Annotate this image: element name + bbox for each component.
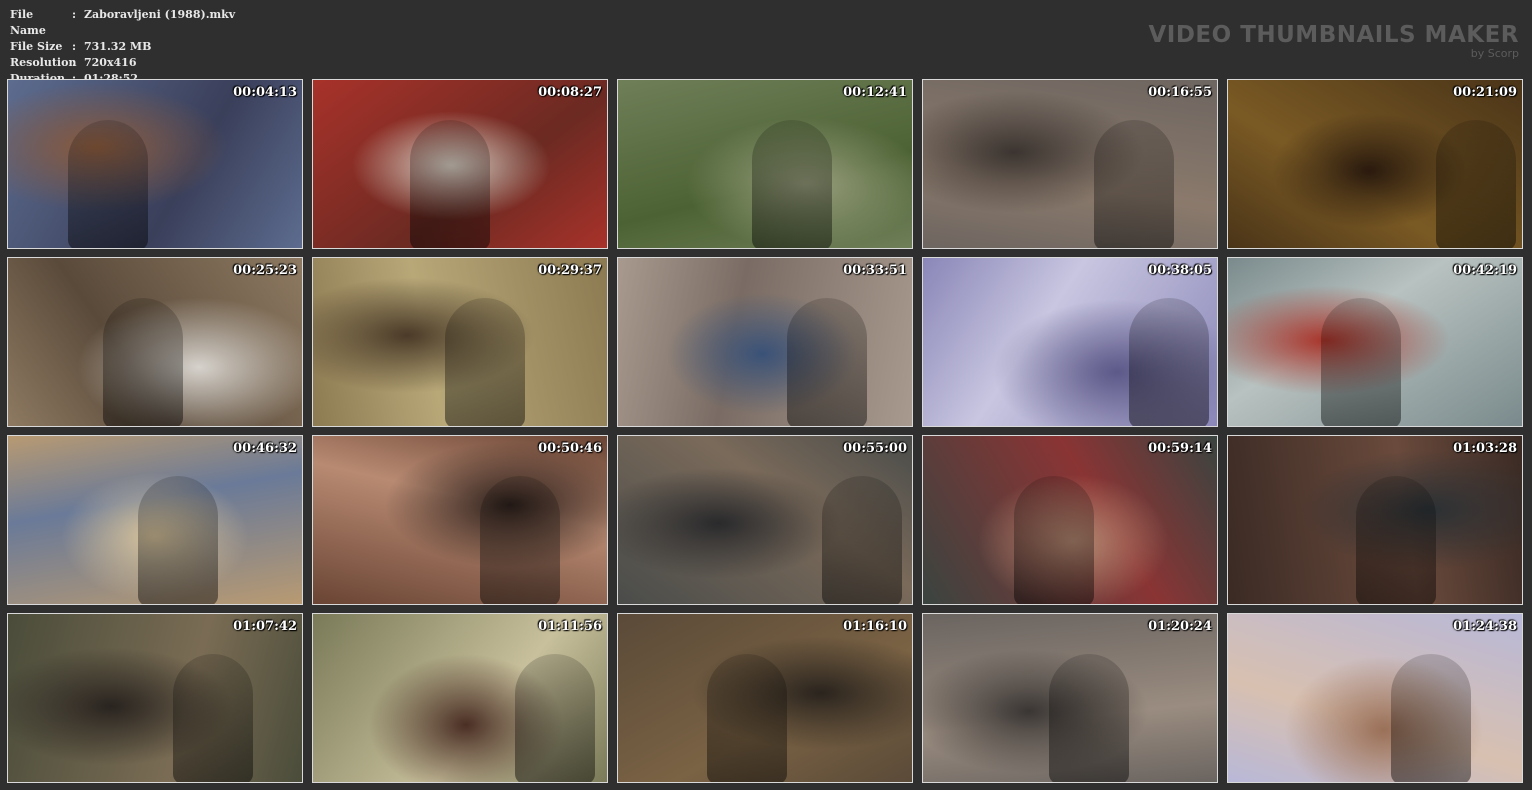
thumbnail-timestamp: 00:33:51 xyxy=(843,263,907,278)
video-thumbnail[interactable]: 01:11:56 xyxy=(312,613,608,783)
thumbnail-timestamp: 00:21:09 xyxy=(1453,85,1517,100)
figure-silhouette xyxy=(707,654,787,782)
figure-silhouette xyxy=(138,476,218,604)
info-value: 720x416 xyxy=(84,56,137,69)
figure-silhouette xyxy=(515,654,595,782)
video-thumbnail[interactable]: 00:55:00 xyxy=(617,435,913,605)
thumbnail-timestamp: 00:12:41 xyxy=(843,85,907,100)
file-info-panel: File Name: Zaboravljeni (1988).mkv File Si… xyxy=(10,7,235,87)
figure-silhouette xyxy=(410,120,490,248)
video-thumbnail[interactable]: 00:04:13 xyxy=(7,79,303,249)
info-value: Zaboravljeni (1988).mkv xyxy=(84,8,236,21)
video-thumbnail[interactable]: 01:07:42 xyxy=(7,613,303,783)
brand-subtitle: by Scorp xyxy=(1470,47,1519,60)
figure-silhouette xyxy=(1356,476,1436,604)
thumbnail-frame xyxy=(618,258,912,426)
thumbnail-timestamp: 00:25:23 xyxy=(233,263,297,278)
thumbnail-timestamp: 00:59:14 xyxy=(1148,441,1212,456)
video-thumbnail[interactable]: 01:24:38 xyxy=(1227,613,1523,783)
info-value: 731.32 MB xyxy=(84,40,152,53)
figure-silhouette xyxy=(68,120,148,248)
thumbnail-frame xyxy=(8,614,302,782)
video-thumbnail[interactable]: 00:59:14 xyxy=(922,435,1218,605)
figure-silhouette xyxy=(1129,298,1209,426)
info-row: Resolution:720x416 xyxy=(10,55,235,71)
video-thumbnail[interactable]: 01:16:10 xyxy=(617,613,913,783)
thumbnail-timestamp: 01:16:10 xyxy=(843,619,907,634)
figure-silhouette xyxy=(1014,476,1094,604)
thumbnail-timestamp: 00:46:32 xyxy=(233,441,297,456)
info-label: File Size xyxy=(10,40,63,53)
thumbnail-timestamp: 00:08:27 xyxy=(538,85,602,100)
thumbnail-timestamp: 01:07:42 xyxy=(233,619,297,634)
thumbnail-timestamp: 01:03:28 xyxy=(1453,441,1517,456)
info-label: Resolution xyxy=(10,56,77,69)
figure-silhouette xyxy=(1391,654,1471,782)
video-thumbnail[interactable]: 00:08:27 xyxy=(312,79,608,249)
video-thumbnail[interactable]: 01:03:28 xyxy=(1227,435,1523,605)
info-separator: : xyxy=(72,8,77,21)
video-thumbnail[interactable]: 00:42:19 xyxy=(1227,257,1523,427)
figure-silhouette xyxy=(752,120,832,248)
thumbnail-timestamp: 01:24:38 xyxy=(1453,619,1517,634)
figure-silhouette xyxy=(480,476,560,604)
figure-silhouette xyxy=(822,476,902,604)
info-separator: : xyxy=(72,40,77,53)
brand-watermark: VIDEO THUMBNAILS MAKER by Scorp xyxy=(1148,22,1519,60)
video-thumbnail[interactable]: 00:46:32 xyxy=(7,435,303,605)
figure-silhouette xyxy=(103,298,183,426)
thumbnail-timestamp: 00:38:05 xyxy=(1148,263,1212,278)
figure-silhouette xyxy=(1094,120,1174,248)
thumbnail-timestamp: 00:42:19 xyxy=(1453,263,1517,278)
figure-silhouette xyxy=(1049,654,1129,782)
info-label: File Name xyxy=(10,8,46,37)
thumbnail-frame xyxy=(313,436,607,604)
thumbnail-timestamp: 00:29:37 xyxy=(538,263,602,278)
video-thumbnail[interactable]: 00:16:55 xyxy=(922,79,1218,249)
figure-silhouette xyxy=(173,654,253,782)
thumbnail-frame xyxy=(8,80,302,248)
thumbnail-timestamp: 01:20:24 xyxy=(1148,619,1212,634)
figure-silhouette xyxy=(787,298,867,426)
video-thumbnail[interactable]: 00:25:23 xyxy=(7,257,303,427)
info-row: File Name: Zaboravljeni (1988).mkv xyxy=(10,7,235,39)
thumbnail-timestamp: 00:50:46 xyxy=(538,441,602,456)
figure-silhouette xyxy=(1436,120,1516,248)
thumbnail-timestamp: 01:11:56 xyxy=(538,619,602,634)
thumbnail-timestamp: 00:16:55 xyxy=(1148,85,1212,100)
info-separator: : xyxy=(72,56,77,69)
video-thumbnail[interactable]: 01:20:24 xyxy=(922,613,1218,783)
info-row: File Size:731.32 MB xyxy=(10,39,235,55)
thumbnail-frame xyxy=(1228,614,1522,782)
video-thumbnail[interactable]: 00:50:46 xyxy=(312,435,608,605)
video-thumbnail[interactable]: 00:33:51 xyxy=(617,257,913,427)
video-thumbnail[interactable]: 00:29:37 xyxy=(312,257,608,427)
brand-title: VIDEO THUMBNAILS MAKER xyxy=(1148,22,1519,48)
video-thumbnail[interactable]: 00:21:09 xyxy=(1227,79,1523,249)
video-thumbnail[interactable]: 00:38:05 xyxy=(922,257,1218,427)
thumbnail-timestamp: 00:55:00 xyxy=(843,441,907,456)
figure-silhouette xyxy=(445,298,525,426)
figure-silhouette xyxy=(1321,298,1401,426)
video-thumbnail[interactable]: 00:12:41 xyxy=(617,79,913,249)
thumbnail-timestamp: 00:04:13 xyxy=(233,85,297,100)
